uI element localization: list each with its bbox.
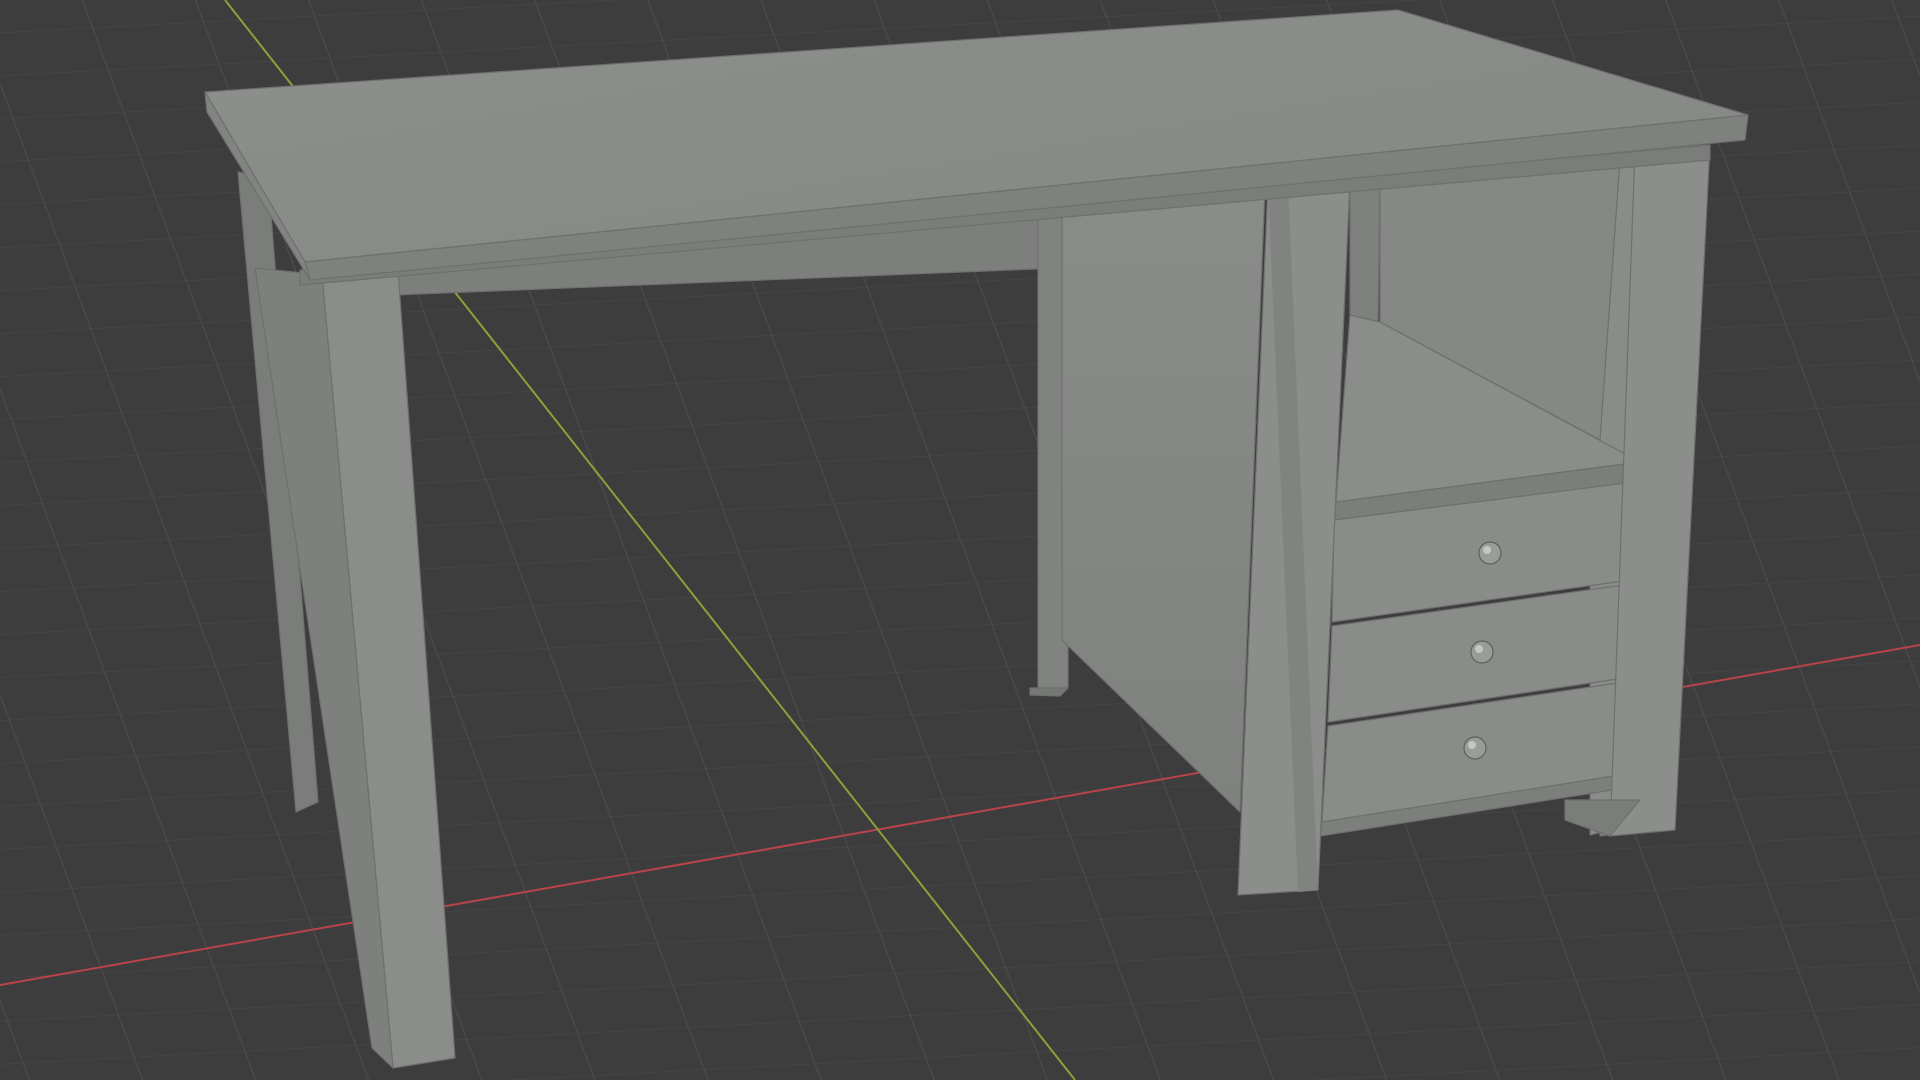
3d-viewport[interactable] — [0, 0, 1920, 1080]
shelf-divider[interactable] — [1349, 177, 1381, 323]
viewport-canvas[interactable] — [0, 0, 1920, 1080]
drawer-knob-bottom[interactable] — [1463, 736, 1487, 760]
drawer-knob-top[interactable] — [1478, 541, 1502, 565]
drawer-knob-middle[interactable] — [1470, 640, 1494, 664]
